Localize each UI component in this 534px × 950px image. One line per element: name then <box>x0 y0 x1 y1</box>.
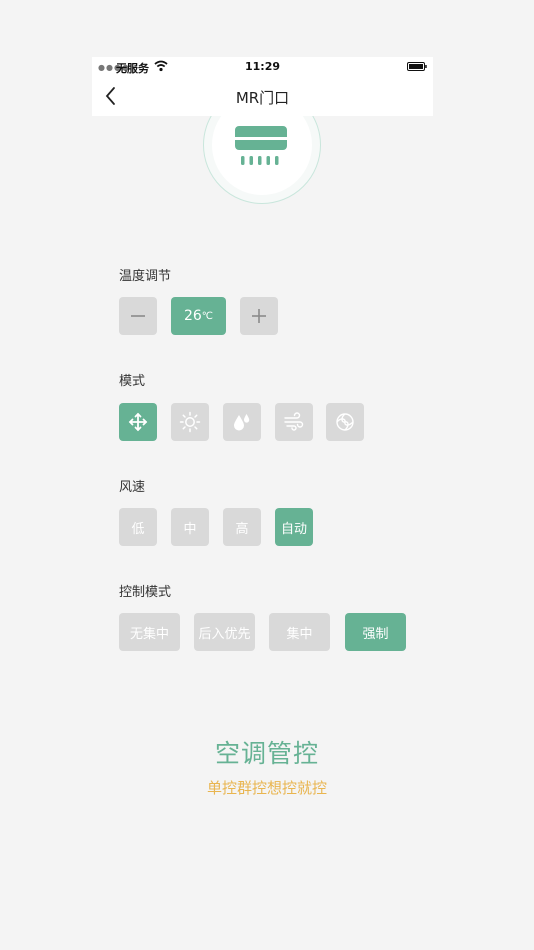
air-conditioner-icon <box>235 126 287 165</box>
brand-subtitle: 单控群控想控就控 <box>206 779 327 797</box>
device-avatar <box>203 116 321 206</box>
mode-auto-button[interactable] <box>326 403 364 441</box>
sun-icon <box>179 411 201 433</box>
control-mode-central-button[interactable]: 集中 <box>269 613 330 651</box>
status-time: 11:29 <box>244 60 280 73</box>
temperature-increase-button[interactable] <box>240 297 278 335</box>
temperature-value: 26 ℃ <box>171 297 226 335</box>
temperature-unit: ℃ <box>201 310 214 322</box>
mode-wind-button[interactable] <box>275 403 313 441</box>
app-header: ●●●● 无服务 11:29 MR门口 <box>92 57 433 116</box>
fan-speed-medium-button[interactable]: 中 <box>171 508 209 546</box>
fan-speed-low-button[interactable]: 低 <box>119 508 157 546</box>
plus-icon <box>252 309 266 323</box>
temperature-decrease-button[interactable] <box>119 297 157 335</box>
control-mode-last-priority-button[interactable]: 后入优先 <box>194 613 255 651</box>
fan-speed-label: 风速 <box>119 480 146 495</box>
page-title: MR门口 <box>235 89 290 107</box>
mode-label: 模式 <box>119 374 146 389</box>
battery-icon <box>407 62 427 71</box>
minus-icon <box>131 315 145 317</box>
mode-fan-button[interactable] <box>119 403 157 441</box>
water-drops-icon <box>234 414 250 431</box>
wind-icon <box>284 412 304 431</box>
control-mode-label: 控制模式 <box>119 585 172 600</box>
fan-speed-high-button[interactable]: 高 <box>223 508 261 546</box>
swirl-icon <box>336 413 354 431</box>
temperature-number: 26 <box>183 308 202 324</box>
navigation-bar: MR门口 <box>92 77 433 116</box>
fan-speed-auto-button[interactable]: 自动 <box>275 508 313 546</box>
mode-heat-button[interactable] <box>171 403 209 441</box>
status-bar: ●●●● 无服务 11:29 <box>92 57 433 77</box>
control-mode-no-central-button[interactable]: 无集中 <box>119 613 180 651</box>
fan-cross-icon <box>128 412 148 432</box>
mode-dry-button[interactable] <box>223 403 261 441</box>
temperature-label: 温度调节 <box>119 269 172 284</box>
brand-title: 空调管控 <box>214 739 319 768</box>
control-mode-force-button[interactable]: 强制 <box>345 613 406 651</box>
